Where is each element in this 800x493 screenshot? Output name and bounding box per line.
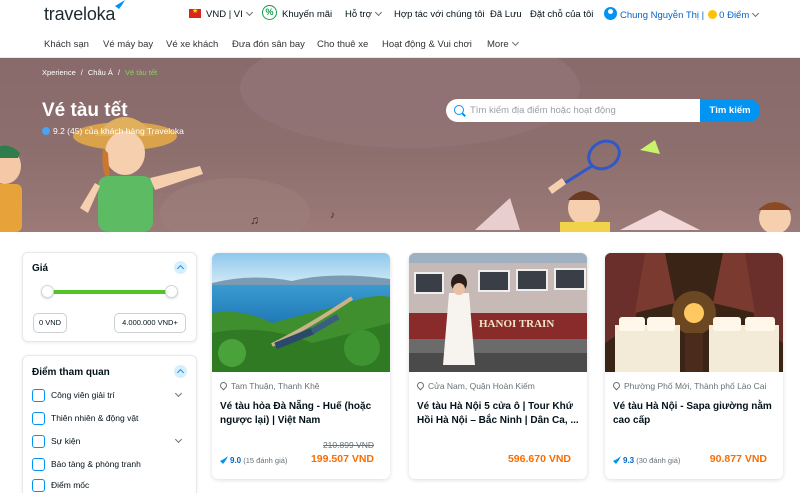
avatar[interactable] [604, 7, 617, 20]
filter-option-museums[interactable]: Bảo tàng & phòng tranh [32, 457, 187, 473]
vietnam-flag-icon [189, 7, 201, 18]
location-pin-icon [415, 380, 426, 391]
nav-item-hotels[interactable]: Khách sạn [44, 39, 89, 50]
my-bookings-link[interactable]: Đặt chỗ của tôi [530, 9, 593, 20]
rating-icon [42, 127, 50, 135]
product-nav: Khách sạn Vé máy bay Vé xe khách Đưa đón… [0, 30, 800, 58]
filter-option-nature-animals[interactable]: Thiên nhiên & động vật [32, 411, 187, 427]
currency-language-selector[interactable]: VND | VI [206, 8, 253, 20]
page-title: Vé tàu tết [42, 100, 128, 121]
top-bar: traveloka VND | VI % Khuyến mãi Hỗ trợ H… [0, 0, 800, 30]
search-input[interactable] [470, 102, 696, 119]
hero-banner: ♫ ♪ Xperience / Châu Á / Vé tàu tết Vé tàu t… [0, 58, 800, 232]
points-coin-icon [708, 10, 718, 19]
traveloka-logo[interactable]: traveloka [44, 4, 115, 25]
filter-option-events[interactable]: Sự kiện [32, 434, 187, 450]
product-price: 199.507 VND [310, 453, 374, 465]
logo-bird-icon [115, 0, 125, 9]
product-title[interactable]: Vé tàu hỏa Đà Nẵng - Huế (hoặc ngược lại… [220, 400, 382, 428]
price-filter-title: Giá [32, 263, 49, 274]
partner-link[interactable]: Hợp tác với chúng tôi [394, 9, 485, 20]
checkbox[interactable] [32, 389, 45, 402]
price-slider-min-handle[interactable] [41, 285, 54, 298]
search-box [446, 99, 700, 122]
product-card[interactable]: HANOI TRAIN Cửa Nam, Quận Hoàn Kiếm Vé t… [409, 253, 587, 479]
search-button[interactable]: Tìm kiếm [700, 99, 760, 122]
checkbox[interactable] [32, 479, 45, 492]
location-pin-icon [218, 380, 229, 391]
nav-item-airport-transfer[interactable]: Đưa đón sân bay [232, 39, 305, 50]
collapse-attractions-filter-icon[interactable] [174, 365, 187, 378]
traveloka-bird-icon [220, 456, 228, 464]
checkbox[interactable] [32, 412, 45, 425]
product-card[interactable]: Phường Phố Mới, Thành phố Lào Cai Vé tàu… [605, 253, 783, 479]
price-max-field[interactable]: 4.000.000 VND+ [114, 313, 186, 333]
chevron-down-icon [374, 8, 382, 17]
filter-option-theme-parks[interactable]: Công viên giải trí [32, 388, 187, 404]
chevron-down-icon [511, 38, 519, 47]
product-price: 90.877 VND [709, 453, 767, 465]
breadcrumb-xperience[interactable]: Xperience [42, 68, 76, 77]
chevron-down-icon [245, 8, 253, 17]
nav-item-more[interactable]: More [487, 38, 519, 50]
hero-rating: 9.2 (45) của khách hàng Traveloka [42, 126, 184, 136]
checkbox[interactable] [32, 458, 45, 471]
promo-link[interactable]: Khuyến mãi [282, 9, 332, 20]
hero-illustration: ♫ ♪ [0, 117, 792, 232]
search-icon [454, 105, 464, 115]
price-filter: Giá 0 VND 4.000.000 VND+ [22, 252, 197, 342]
breadcrumb: Xperience / Châu Á / Vé tàu tết [42, 68, 158, 77]
traveloka-bird-icon [613, 456, 621, 464]
chevron-down-icon[interactable] [174, 435, 183, 444]
product-location: Tam Thuận, Thanh Khê [218, 380, 320, 391]
collapse-price-filter-icon[interactable] [174, 261, 187, 274]
original-price: 210.899 VND [322, 440, 374, 450]
price-slider-max-handle[interactable] [165, 285, 178, 298]
price-min-field[interactable]: 0 VND [33, 313, 67, 333]
chevron-down-icon [752, 9, 760, 18]
nav-item-bus[interactable]: Vé xe khách [166, 39, 218, 50]
price-slider-track[interactable] [49, 290, 174, 294]
filter-option-landmarks[interactable]: Điểm mốc [32, 478, 187, 493]
product-title[interactable]: Vé tàu Hà Nội - Sapa giường nằm cao cấp [613, 400, 775, 428]
nav-item-car-rental[interactable]: Cho thuê xe [317, 39, 368, 50]
breadcrumb-asia[interactable]: Châu Á [88, 68, 113, 77]
checkbox[interactable] [32, 435, 45, 448]
product-location: Phường Phố Mới, Thành phố Lào Cai [611, 380, 766, 391]
user-menu[interactable]: Chung Nguyễn Thị | 0 Điểm [620, 9, 760, 21]
location-pin-icon [611, 380, 622, 391]
chevron-down-icon[interactable] [174, 389, 183, 398]
attractions-filter-title: Điểm tham quan [32, 367, 110, 378]
attractions-filter: Điểm tham quan Công viên giải trí Thiên … [22, 355, 197, 493]
support-menu[interactable]: Hỗ trợ [345, 8, 382, 20]
product-title[interactable]: Vé tàu Hà Nội 5 cửa ô | Tour Khứ Hồi Hà … [417, 400, 579, 428]
product-image: HANOI TRAIN [409, 253, 587, 372]
svg-text:♫: ♫ [250, 213, 259, 227]
saved-link[interactable]: Đã Lưu [490, 9, 522, 20]
product-location: Cửa Nam, Quận Hoàn Kiếm [415, 380, 535, 391]
product-image [212, 253, 390, 372]
nav-item-activities[interactable]: Hoạt động & Vui chơi [382, 39, 472, 50]
svg-text:♪: ♪ [330, 210, 335, 221]
promo-icon: % [262, 5, 277, 20]
product-rating: 9.0 (15 đánh giá) [220, 455, 287, 465]
product-image [605, 253, 783, 372]
product-rating: 9.3 (30 đánh giá) [613, 455, 680, 465]
product-card[interactable]: Tam Thuận, Thanh Khê Vé tàu hỏa Đà Nẵng … [212, 253, 390, 479]
breadcrumb-current: Vé tàu tết [125, 68, 158, 77]
train-sign: HANOI TRAIN [479, 318, 554, 330]
product-price: 596.670 VND [507, 453, 571, 465]
nav-item-flights[interactable]: Vé máy bay [103, 39, 153, 50]
